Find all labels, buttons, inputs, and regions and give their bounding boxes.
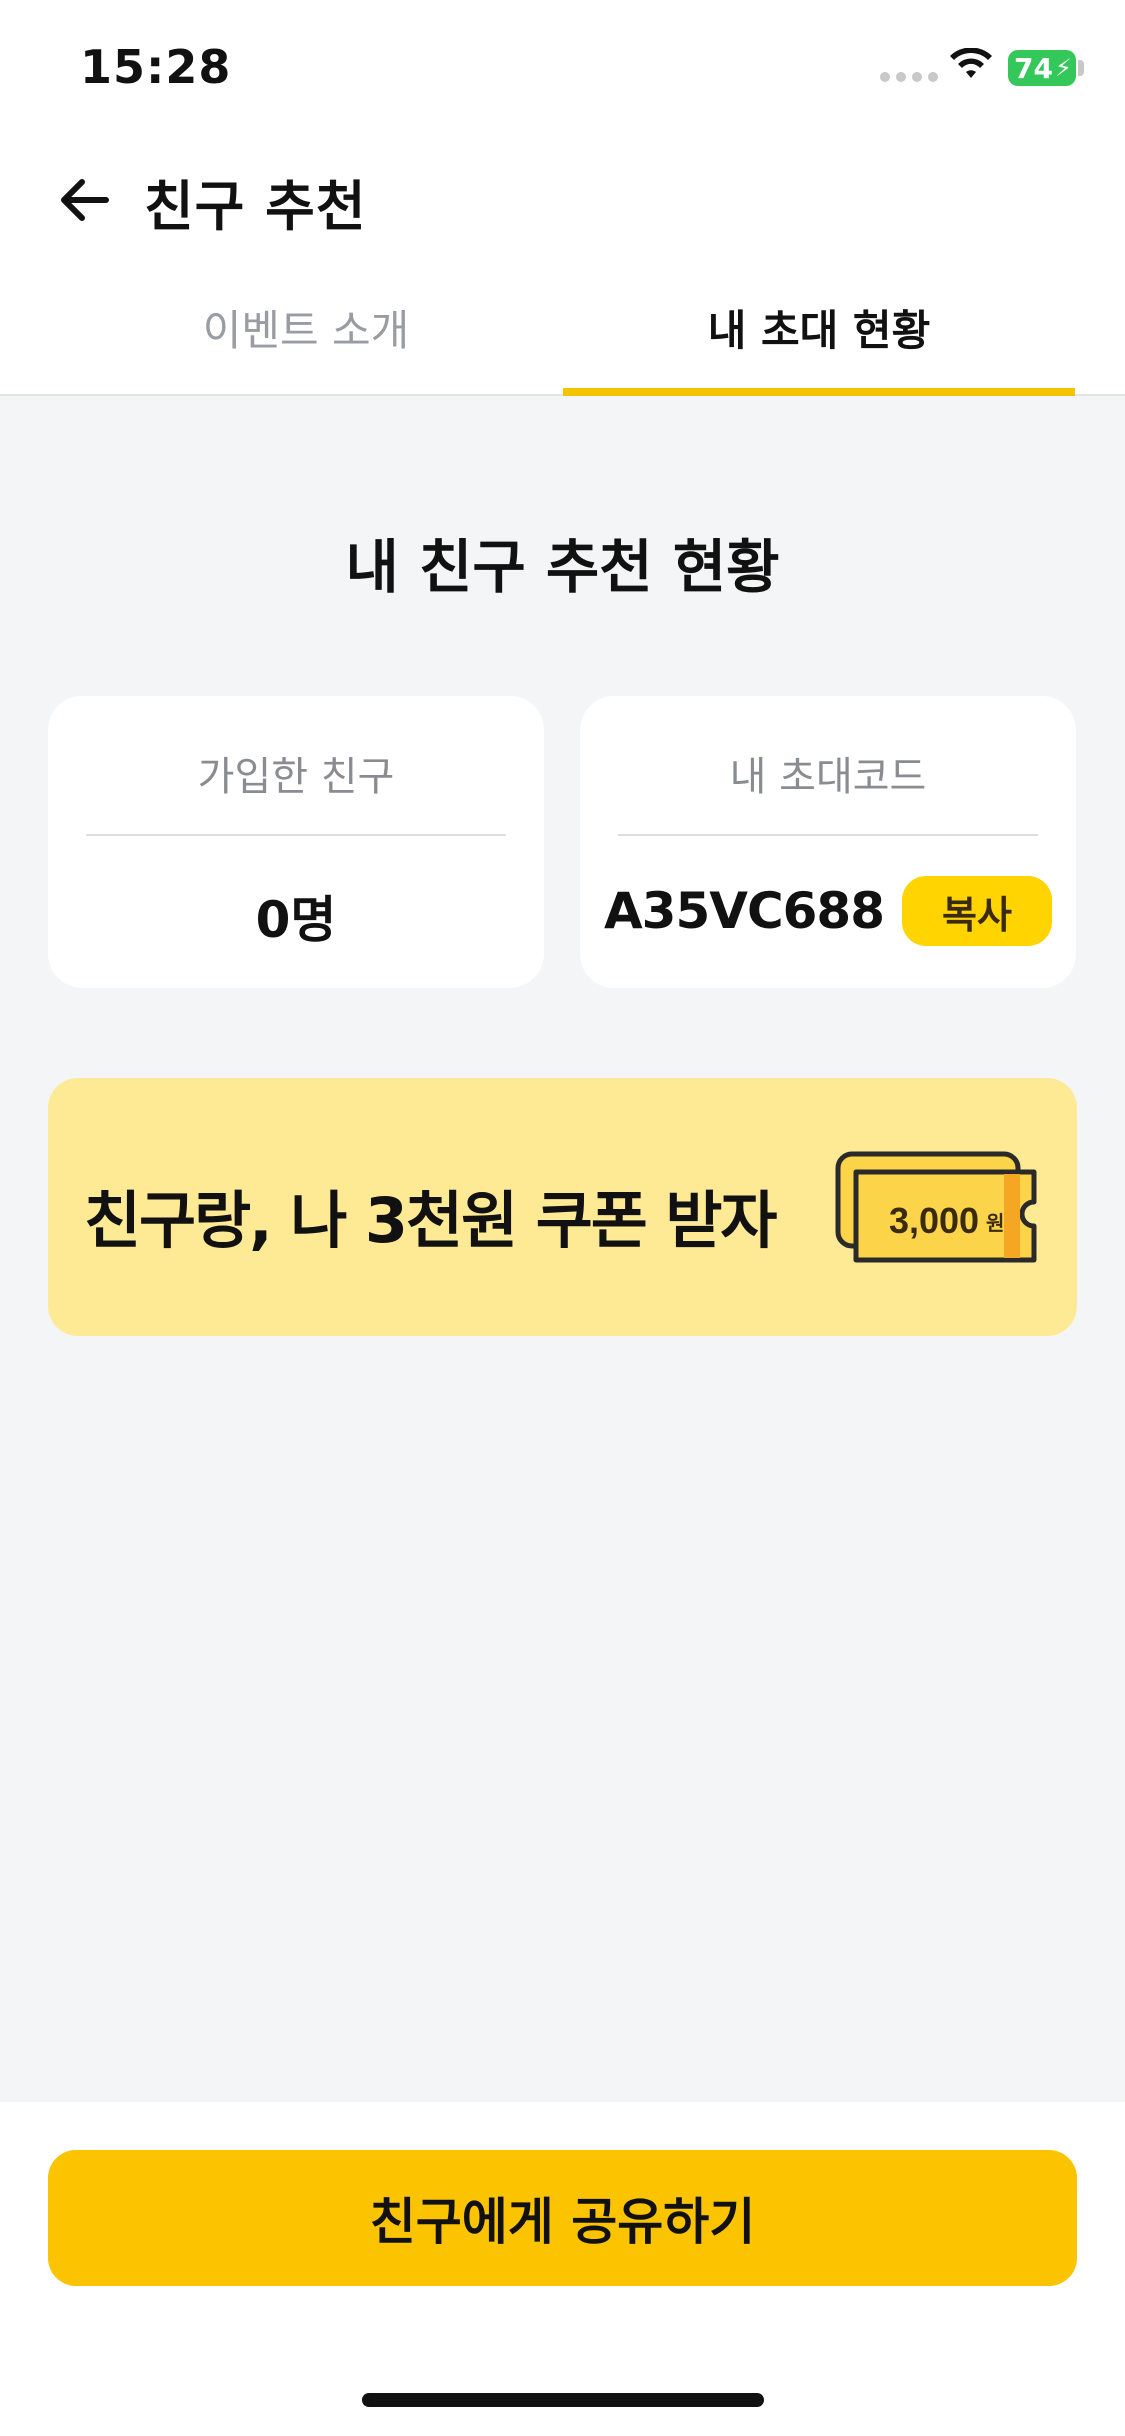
battery-level: 74 (1014, 51, 1053, 85)
tab-event-intro[interactable]: 이벤트 소개 (50, 260, 562, 394)
coupon-unit: 원 (986, 1211, 1004, 1235)
tab-bar: 이벤트 소개 내 초대 현황 (0, 260, 1125, 396)
battery-tip (1078, 60, 1084, 76)
divider (86, 834, 506, 836)
banner-text: 친구랑, 나 3천원 쿠폰 받자 (84, 1184, 777, 1257)
back-button[interactable] (52, 170, 122, 230)
status-bar: 15:28 74 ⚡ (0, 0, 1125, 140)
header: 친구 추천 (0, 140, 1125, 260)
joined-friends-count: 0명 (255, 891, 337, 949)
invite-code-value: A35VC688 (603, 882, 885, 940)
copy-button[interactable]: 복사 (902, 876, 1053, 946)
wifi-icon (950, 48, 992, 78)
joined-friends-card: 가입한 친구 0명 (48, 696, 544, 988)
bottom-action-area: 친구에게 공유하기 (0, 2102, 1125, 2436)
coupon-banner[interactable]: 친구랑, 나 3천원 쿠폰 받자 3,000 원 (48, 1078, 1077, 1336)
invite-code-label: 내 초대코드 (729, 754, 927, 800)
invite-code-card: 내 초대코드 A35VC688 복사 (580, 696, 1076, 988)
home-indicator (362, 2393, 764, 2407)
invite-code-row: A35VC688 복사 (580, 876, 1076, 946)
signal-icon (880, 72, 938, 82)
arrow-left-icon (61, 179, 109, 221)
status-time: 15:28 (80, 40, 232, 94)
tab-indicator (563, 388, 1075, 396)
battery-charging-icon: 74 ⚡ (1008, 50, 1076, 86)
section-title: 내 친구 추천 현황 (345, 533, 780, 601)
share-to-friends-button[interactable]: 친구에게 공유하기 (48, 2150, 1077, 2286)
divider (618, 834, 1038, 836)
joined-friends-label: 가입한 친구 (197, 754, 395, 800)
page-title: 친구 추천 (144, 175, 367, 238)
tab-my-invite-status[interactable]: 내 초대 현황 (563, 260, 1075, 394)
coupon-amount: 3,000 (889, 1200, 979, 1241)
coupon-icon: 3,000 원 (835, 1151, 1037, 1263)
